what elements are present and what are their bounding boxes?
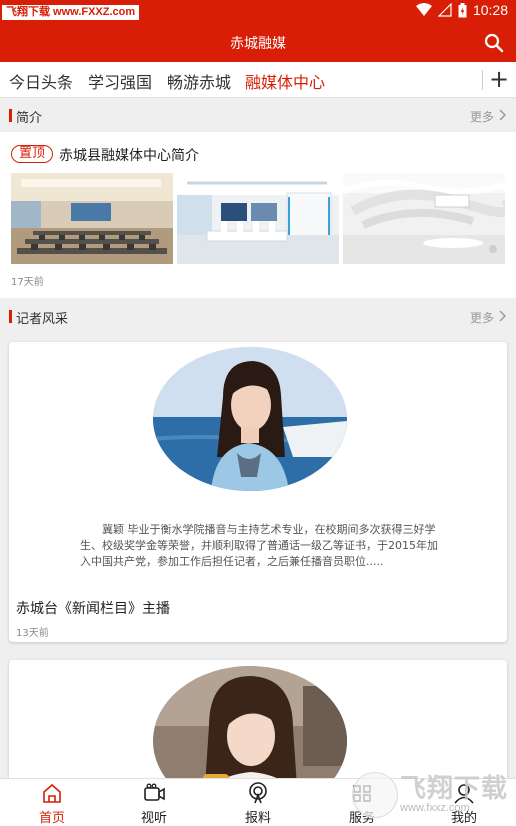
channel-tabs: 今日头条 学习强国 畅游赤城 融媒体中心 + (0, 62, 516, 102)
reporter-section-title: 记者风采 (16, 312, 69, 327)
status-bar: 飞翔下载 www.FXXZ.com 10:28 (0, 0, 516, 24)
nav-video[interactable]: 视听 (114, 779, 194, 826)
wifi-icon (415, 3, 432, 16)
intro-article[interactable]: 置顶 赤城县融媒体中心简介 17天前 (0, 132, 516, 298)
search-icon[interactable] (482, 31, 506, 55)
reporter-photo[interactable] (153, 347, 347, 491)
title-bar: 赤城融媒 (0, 24, 516, 62)
nav-report-label: 报料 (244, 811, 271, 826)
signal-icon (437, 3, 452, 17)
watermark-tag: 飞翔下载 www.FXXZ.com (2, 5, 140, 20)
watermark-brand: 飞翔下载 (400, 773, 509, 803)
intro-article-time: 17天前 (11, 277, 44, 288)
intro-section-title: 简介 (16, 111, 43, 126)
thumbnail-conference-room[interactable] (11, 173, 173, 264)
tab-travel[interactable]: 畅游赤城 (167, 69, 231, 93)
nav-report[interactable]: 报料 (218, 779, 298, 826)
nav-home[interactable]: 首页 (12, 779, 92, 826)
home-icon (43, 783, 61, 803)
tab-study[interactable]: 学习强国 (88, 69, 152, 93)
site-watermark: 飞翔下载 www.fxxz.com (340, 766, 516, 826)
status-time: 10:28 (472, 2, 508, 18)
tab-media-center[interactable]: 融媒体中心 (245, 69, 325, 102)
video-icon (144, 783, 165, 801)
thumbnail-studio[interactable] (177, 173, 339, 264)
section-marker (9, 310, 12, 323)
status-icons: 10:28 (415, 2, 508, 18)
reporter-more-link[interactable]: 更多 (470, 309, 494, 326)
watermark-logo-icon (352, 772, 398, 818)
reporter-card-time: 13天前 (16, 628, 49, 639)
tab-divider (482, 70, 483, 90)
reporter-bio: 冀颖 毕业于衡水学院播音与主持艺术专业，在校期间多次获得三好学生、校级奖学金等荣… (80, 523, 438, 568)
battery-icon (458, 2, 467, 17)
pinned-badge: 置顶 (11, 145, 54, 163)
nav-home-label: 首页 (38, 811, 65, 826)
reporter-section-header: 记者风采 更多 (0, 300, 516, 332)
broadcast-icon (249, 782, 267, 804)
reporter-card[interactable]: 冀颖 毕业于衡水学院播音与主持艺术专业，在校期间多次获得三好学生、校级奖学金等荣… (9, 342, 507, 642)
intro-more-link[interactable]: 更多 (470, 108, 494, 125)
chevron-right-icon[interactable] (498, 310, 506, 322)
watermark-url: www.fxxz.com (400, 802, 470, 814)
tab-today-headlines[interactable]: 今日头条 (9, 69, 73, 93)
chevron-right-icon[interactable] (498, 109, 506, 121)
app-title: 赤城融媒 (230, 36, 286, 52)
nav-video-label: 视听 (140, 811, 167, 826)
add-tab-button[interactable]: + (488, 66, 510, 92)
intro-article-title[interactable]: 赤城县融媒体中心简介 (59, 145, 199, 165)
reporter-card-title[interactable]: 赤城台《新闻栏目》主播 (16, 598, 170, 618)
thumbnail-lobby[interactable] (343, 173, 505, 264)
section-marker (9, 109, 12, 122)
intro-section-header: 简介 更多 (0, 99, 516, 131)
